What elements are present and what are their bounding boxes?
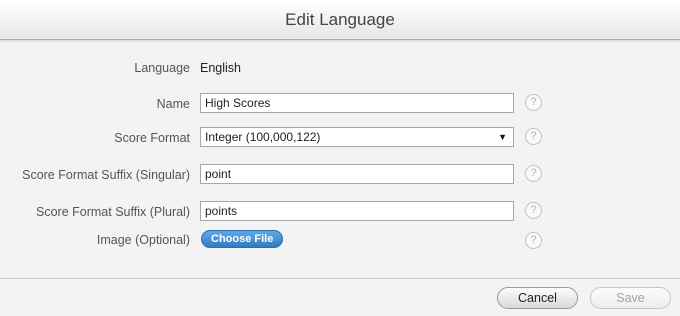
name-row: Name High Scores ? bbox=[0, 93, 680, 117]
suffix-plural-row: Score Format Suffix (Plural) points ? bbox=[0, 201, 680, 225]
suffix-singular-input[interactable]: point bbox=[200, 164, 514, 184]
suffix-singular-label: Score Format Suffix (Singular) bbox=[22, 168, 190, 182]
dropdown-arrow-icon: ▼ bbox=[498, 132, 507, 142]
language-label: Language bbox=[134, 61, 190, 75]
suffix-plural-help-icon[interactable]: ? bbox=[525, 202, 542, 219]
score-format-select[interactable]: Integer (100,000,122) ▼ bbox=[200, 127, 514, 147]
suffix-singular-help-icon[interactable]: ? bbox=[525, 165, 542, 182]
image-help-icon[interactable]: ? bbox=[525, 232, 542, 249]
score-format-selected-value: Integer (100,000,122) bbox=[205, 130, 321, 144]
save-button[interactable]: Save bbox=[590, 287, 671, 309]
choose-file-button[interactable]: Choose File bbox=[201, 230, 284, 248]
cancel-button[interactable]: Cancel bbox=[497, 287, 578, 309]
score-format-help-icon[interactable]: ? bbox=[525, 128, 542, 145]
score-format-row: Score Format Integer (100,000,122) ▼ ? bbox=[0, 127, 680, 151]
footer-divider bbox=[0, 278, 680, 279]
name-help-icon[interactable]: ? bbox=[525, 94, 542, 111]
name-label: Name bbox=[156, 97, 190, 111]
score-format-label: Score Format bbox=[114, 131, 190, 145]
edit-language-dialog: Edit Language Language English Name High… bbox=[0, 0, 680, 316]
name-input[interactable]: High Scores bbox=[200, 93, 514, 113]
suffix-singular-row: Score Format Suffix (Singular) point ? bbox=[0, 164, 680, 188]
suffix-plural-label: Score Format Suffix (Plural) bbox=[36, 205, 190, 219]
image-row: Image (Optional) Choose File ? bbox=[0, 229, 680, 253]
dialog-titlebar: Edit Language bbox=[0, 0, 680, 40]
suffix-plural-input[interactable]: points bbox=[200, 201, 514, 221]
language-value: English bbox=[200, 61, 241, 75]
image-label: Image (Optional) bbox=[96, 233, 190, 247]
language-row: Language English bbox=[0, 57, 680, 81]
dialog-title: Edit Language bbox=[285, 10, 395, 29]
